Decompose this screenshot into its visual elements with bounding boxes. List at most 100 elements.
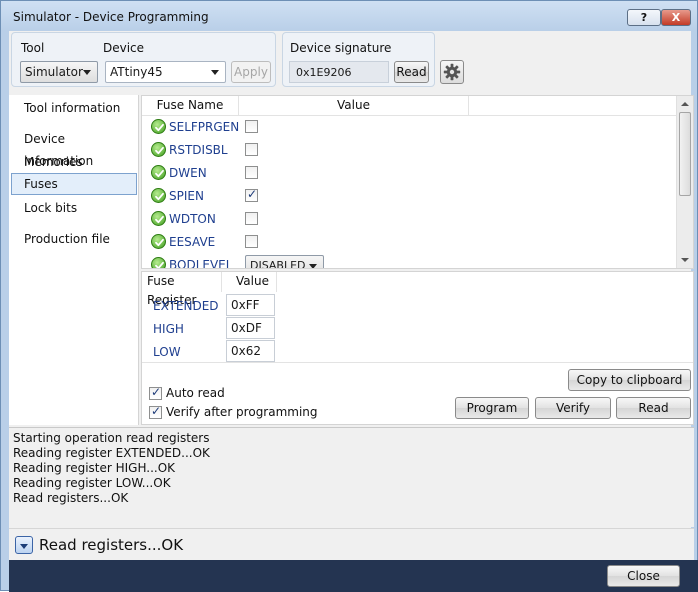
auto-read-checkbox[interactable]: ✓	[149, 385, 162, 400]
fuse-register-column-header[interactable]: Fuse Register	[142, 272, 222, 307]
scroll-down-icon[interactable]	[681, 258, 689, 262]
fuse-register-panel: Fuse Register Value EXTENDED 0xFF HIGH 0…	[141, 271, 694, 425]
fuse-value-checkbox[interactable]	[245, 143, 258, 156]
chevron-down-icon	[309, 264, 317, 268]
fuse-name: RSTDISBL	[169, 143, 228, 157]
fuse-value-checkbox[interactable]: ✓	[245, 187, 258, 202]
panel-divider	[142, 362, 693, 363]
log-line: Read registers...OK	[13, 491, 129, 505]
read-signature-button[interactable]: Read	[394, 61, 429, 83]
log-line: Reading register LOW...OK	[13, 476, 171, 490]
scroll-up-icon[interactable]	[681, 102, 689, 106]
fuse-value-checkbox[interactable]	[245, 212, 258, 225]
fuse-row-bodlevel: BODLEVEL DISABLED	[142, 254, 677, 269]
dialog-client-area: Tool Device Simulator ATtiny45 Apply Dev…	[9, 31, 698, 592]
ok-check-icon	[151, 142, 166, 157]
fuse-row-selfprgen: SELFPRGEN	[142, 116, 677, 139]
fuse-row-rstdisbl: RSTDISBL	[142, 139, 677, 162]
nav-item-production-file[interactable]: Production file	[11, 228, 137, 250]
ok-check-icon	[151, 119, 166, 134]
register-name-high: HIGH	[153, 322, 184, 336]
tool-label: Tool	[21, 41, 45, 55]
verify-after-programming-checkbox[interactable]: ✓	[149, 404, 162, 419]
fuse-name: DWEN	[169, 166, 207, 180]
read-button[interactable]: Read	[616, 397, 691, 419]
fuse-row-wdton: WDTON	[142, 208, 677, 231]
nav-item-device-information[interactable]: Device information	[11, 128, 137, 168]
checkmark-icon: ✓	[247, 187, 258, 201]
register-value-high[interactable]: 0xDF	[226, 317, 275, 339]
fuse-table: Fuse Name Value SELFPRGEN RSTDISBL DWEN SPI…	[141, 95, 694, 269]
register-name-extended: EXTENDED	[153, 299, 219, 313]
checkmark-icon: ✓	[151, 404, 162, 418]
status-text: Read registers...OK	[39, 536, 184, 554]
fuse-name: WDTON	[169, 212, 216, 226]
fuse-value-checkbox[interactable]	[245, 235, 258, 248]
chevron-down-icon	[83, 70, 91, 75]
fuse-dropdown-value: DISABLED	[250, 259, 306, 269]
device-programming-window: Simulator - Device Programming ? X Tool …	[0, 0, 698, 592]
fuse-row-spien: SPIEN ✓	[142, 185, 677, 208]
window-title: Simulator - Device Programming	[13, 10, 209, 24]
nav-item-fuses[interactable]: Fuses	[11, 173, 137, 195]
verify-after-programming-label[interactable]: Verify after programming	[166, 405, 318, 419]
status-bar: Read registers...OK	[9, 528, 694, 560]
device-signature-label: Device signature	[290, 41, 392, 55]
output-log[interactable]: Starting operation read registers Readin…	[9, 427, 694, 527]
tool-select[interactable]: Simulator	[20, 61, 98, 83]
apply-button[interactable]: Apply	[231, 61, 271, 83]
device-signature-value: 0x1E9206	[296, 66, 352, 79]
settings-button[interactable]	[440, 60, 464, 84]
fuse-value-column-header[interactable]: Value	[239, 96, 469, 116]
fuse-value-dropdown[interactable]: DISABLED	[245, 255, 324, 269]
verify-button[interactable]: Verify	[535, 397, 611, 419]
ok-check-icon	[151, 188, 166, 203]
device-signature-field: 0x1E9206	[289, 61, 389, 83]
fuse-name-column-header[interactable]: Fuse Name	[142, 96, 239, 116]
close-button[interactable]: Close	[607, 565, 680, 587]
ok-check-icon	[151, 234, 166, 249]
help-button[interactable]: ?	[627, 9, 661, 26]
device-select[interactable]: ATtiny45	[105, 61, 226, 83]
auto-read-label[interactable]: Auto read	[166, 386, 225, 400]
nav-item-lock-bits[interactable]: Lock bits	[11, 197, 137, 219]
gear-icon	[443, 63, 461, 81]
ok-check-icon	[151, 257, 166, 268]
device-select-value: ATtiny45	[110, 65, 163, 79]
program-button[interactable]: Program	[455, 397, 529, 419]
chevron-down-icon	[211, 70, 219, 75]
copy-to-clipboard-button[interactable]: Copy to clipboard	[568, 369, 691, 391]
device-signature-group: Device signature 0x1E9206 Read	[282, 32, 435, 87]
scroll-thumb[interactable]	[679, 112, 691, 196]
fuse-row-dwen: DWEN	[142, 162, 677, 185]
register-value-low[interactable]: 0x62	[226, 340, 275, 362]
dialog-footer: Close	[9, 560, 698, 592]
fuse-table-header: Fuse Name Value	[142, 96, 677, 116]
title-bar: Simulator - Device Programming ? X	[1, 1, 697, 31]
fuse-table-scrollbar[interactable]	[676, 96, 693, 268]
log-line: Reading register EXTENDED...OK	[13, 446, 210, 460]
ok-check-icon	[151, 165, 166, 180]
log-line: Reading register HIGH...OK	[13, 461, 176, 475]
expand-log-button[interactable]	[15, 536, 33, 554]
fuse-row-eesave: EESAVE	[142, 231, 677, 254]
fuse-value-checkbox[interactable]	[245, 120, 258, 133]
register-name-low: LOW	[153, 345, 181, 359]
register-value-extended[interactable]: 0xFF	[226, 294, 275, 316]
fuse-name: SPIEN	[169, 189, 204, 203]
section-nav: Tool information Device information Memo…	[9, 95, 139, 425]
nav-item-memories[interactable]: Memories	[11, 151, 137, 173]
chevron-down-icon	[20, 544, 28, 549]
nav-item-tool-information[interactable]: Tool information	[11, 97, 137, 119]
checkmark-icon: ✓	[151, 385, 162, 399]
tool-select-value: Simulator	[25, 65, 83, 79]
device-label: Device	[103, 41, 145, 55]
fuse-value-checkbox[interactable]	[245, 166, 258, 179]
fuse-name: SELFPRGEN	[169, 120, 240, 134]
ok-check-icon	[151, 211, 166, 226]
register-value-column-header[interactable]: Value	[222, 272, 277, 292]
window-close-button[interactable]: X	[661, 9, 691, 26]
fuse-name: EESAVE	[169, 235, 216, 249]
fuse-name: BODLEVEL	[169, 258, 233, 269]
log-line: Starting operation read registers	[13, 431, 210, 445]
